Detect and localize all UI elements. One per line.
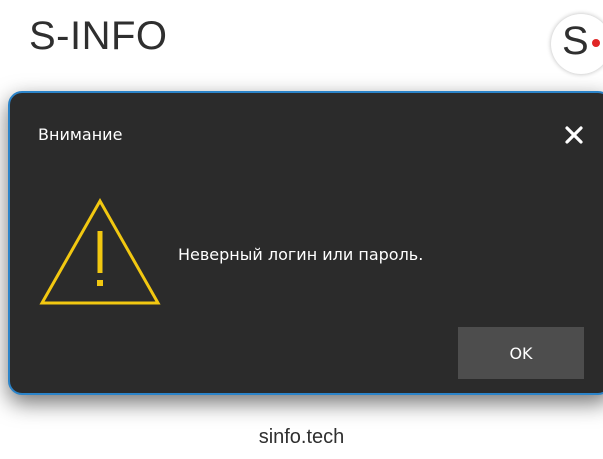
app-window: S-INFO S Внимание Неверный логин или пар… [0,0,603,459]
app-title: S-INFO [29,14,168,58]
close-button[interactable] [559,120,589,150]
logo-letter: S [562,19,589,63]
warning-icon [39,197,161,305]
close-icon [565,126,583,144]
app-logo: S [551,14,603,74]
logo-dot [592,39,600,47]
footer-link[interactable]: sinfo.tech [0,426,603,449]
ok-button[interactable]: OK [458,327,584,379]
dialog-title: Внимание [38,125,123,144]
dialog-message: Неверный логин или пароль. [178,245,424,264]
alert-dialog: Внимание Неверный логин или пароль. OK [8,91,603,395]
